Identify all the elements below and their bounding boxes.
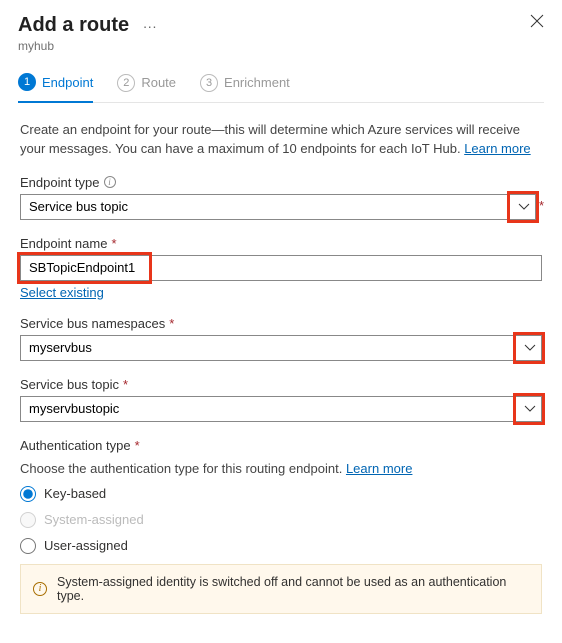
radio-label: User-assigned xyxy=(44,538,128,553)
namespace-label: Service bus namespaces xyxy=(20,316,165,331)
radio-input[interactable] xyxy=(20,538,36,554)
topic-select[interactable]: myservbustopic xyxy=(20,396,542,422)
step-label: Route xyxy=(141,75,176,90)
required-marker: * xyxy=(169,316,174,331)
radio-input xyxy=(20,512,36,528)
step-tabs: 1 Endpoint 2 Route 3 Enrichment xyxy=(18,73,544,103)
radio-system-assigned: System-assigned xyxy=(20,512,542,528)
required-marker: * xyxy=(123,377,128,392)
radio-user-assigned[interactable]: User-assigned xyxy=(20,538,542,554)
close-icon xyxy=(530,14,544,28)
close-button[interactable] xyxy=(530,14,544,33)
endpoint-type-label: Endpoint type xyxy=(20,175,100,190)
step-number: 2 xyxy=(117,74,135,92)
step-number: 1 xyxy=(18,73,36,91)
endpoint-name-input[interactable] xyxy=(20,255,542,281)
learn-more-link[interactable]: Learn more xyxy=(464,141,530,156)
required-marker: * xyxy=(135,438,140,453)
topic-label: Service bus topic xyxy=(20,377,119,392)
auth-type-desc: Choose the authentication type for this … xyxy=(20,461,542,476)
radio-key-based[interactable]: Key-based xyxy=(20,486,542,502)
auth-learn-more-link[interactable]: Learn more xyxy=(346,461,412,476)
step-number: 3 xyxy=(200,74,218,92)
intro-text: Create an endpoint for your route—this w… xyxy=(20,121,542,159)
info-icon[interactable]: i xyxy=(104,176,116,188)
namespace-select[interactable]: myservbus xyxy=(20,335,542,361)
step-route[interactable]: 2 Route xyxy=(117,73,176,102)
step-label: Enrichment xyxy=(224,75,290,90)
select-existing-link[interactable]: Select existing xyxy=(20,285,104,300)
radio-input[interactable] xyxy=(20,486,36,502)
required-marker: * xyxy=(111,236,116,251)
step-enrichment[interactable]: 3 Enrichment xyxy=(200,73,290,102)
more-actions-icon[interactable]: ··· xyxy=(143,18,157,34)
endpoint-name-label: Endpoint name xyxy=(20,236,107,251)
warning-icon: i xyxy=(33,582,47,596)
step-label: Endpoint xyxy=(42,75,93,90)
auth-type-label: Authentication type xyxy=(20,438,131,453)
warning-banner: i System-assigned identity is switched o… xyxy=(20,564,542,614)
warning-text: System-assigned identity is switched off… xyxy=(57,575,529,603)
radio-label: System-assigned xyxy=(44,512,144,527)
hub-name: myhub xyxy=(18,39,157,53)
step-endpoint[interactable]: 1 Endpoint xyxy=(18,73,93,103)
radio-label: Key-based xyxy=(44,486,106,501)
page-title: Add a route xyxy=(18,14,129,37)
endpoint-type-select[interactable]: Service bus topic xyxy=(20,194,536,220)
